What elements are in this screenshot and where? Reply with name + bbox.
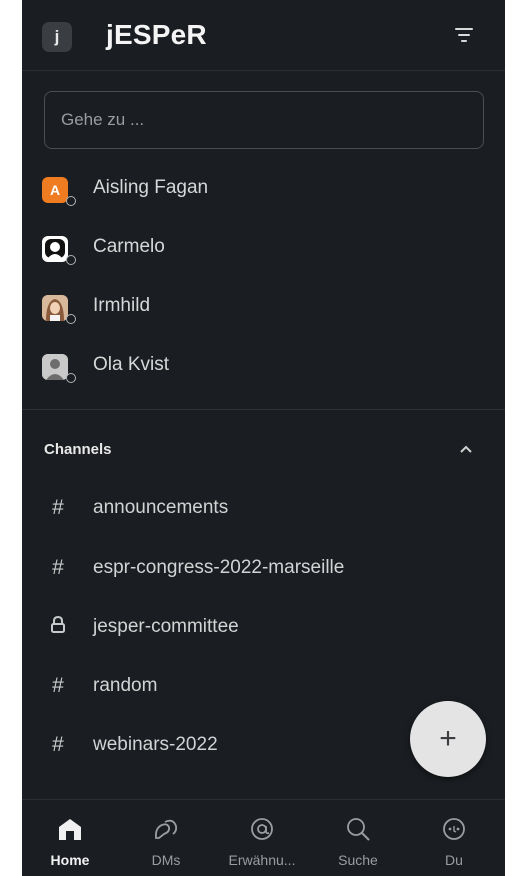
- dm-label: Carmelo: [93, 236, 165, 257]
- presence-indicator: [66, 196, 76, 206]
- avatar: A: [42, 177, 68, 203]
- header: j jESPeR: [22, 0, 505, 71]
- nav-label: Du: [445, 852, 463, 868]
- filter-icon[interactable]: [455, 27, 473, 43]
- dms-icon: [151, 814, 181, 844]
- profile-icon: [439, 814, 469, 844]
- lock-icon: [48, 615, 68, 641]
- nav-profile[interactable]: Du: [409, 800, 499, 876]
- divider: [22, 409, 505, 410]
- presence-indicator: [66, 373, 76, 383]
- avatar: [42, 354, 68, 380]
- avatar: [42, 295, 68, 321]
- chevron-up-icon[interactable]: [458, 442, 474, 456]
- nav-label: Home: [50, 852, 90, 868]
- channel-label: webinars-2022: [93, 734, 218, 755]
- channel-label: espr-congress-2022-marseille: [93, 557, 345, 578]
- workspace-name[interactable]: jESPeR: [106, 19, 207, 51]
- search-input[interactable]: Gehe zu ...: [44, 91, 484, 149]
- search-icon: [343, 814, 373, 844]
- mention-icon: [247, 814, 277, 844]
- dm-label: Irmhild: [93, 295, 151, 316]
- presence-indicator: [66, 255, 76, 265]
- dm-item-aisling-fagan[interactable]: A Aisling Fagan: [22, 163, 505, 221]
- hash-icon: #: [52, 674, 64, 697]
- presence-indicator: [66, 314, 76, 324]
- home-icon: [55, 814, 85, 844]
- channel-label: jesper-committee: [93, 616, 239, 637]
- nav-dms[interactable]: DMs: [121, 800, 211, 876]
- channels-section-title[interactable]: Channels: [44, 441, 112, 458]
- hash-icon: #: [52, 496, 64, 519]
- nav-home[interactable]: Home: [25, 800, 115, 876]
- nav-mentions[interactable]: Erwähnu...: [217, 800, 307, 876]
- channel-item-espr-congress[interactable]: # espr-congress-2022-marseille: [22, 542, 505, 600]
- dm-label: Aisling Fagan: [93, 177, 209, 198]
- dm-item-irmhild[interactable]: Irmhild: [22, 281, 505, 339]
- nav-search[interactable]: Suche: [313, 800, 403, 876]
- nav-label: Erwähnu...: [228, 852, 296, 868]
- avatar: [42, 236, 68, 262]
- hash-icon: #: [52, 556, 64, 579]
- compose-button[interactable]: +: [410, 701, 486, 777]
- nav-label: Suche: [338, 852, 378, 868]
- dm-item-ola-kvist[interactable]: Ola Kvist: [22, 340, 505, 398]
- hash-icon: #: [52, 733, 64, 756]
- channel-label: random: [93, 675, 158, 696]
- channel-item-announcements[interactable]: # announcements: [22, 482, 505, 540]
- workspace-avatar[interactable]: j: [42, 22, 72, 52]
- nav-label: DMs: [151, 852, 181, 868]
- bottom-nav: Home DMs Erwähnu... Suche Du: [22, 799, 505, 876]
- channel-label: announcements: [93, 497, 229, 518]
- channel-item-jesper-committee[interactable]: jesper-committee: [22, 601, 505, 659]
- dm-label: Ola Kvist: [93, 354, 170, 375]
- app-screen: j jESPeR Gehe zu ... A Aisling Fagan Car…: [22, 0, 505, 876]
- dm-item-carmelo[interactable]: Carmelo: [22, 222, 505, 280]
